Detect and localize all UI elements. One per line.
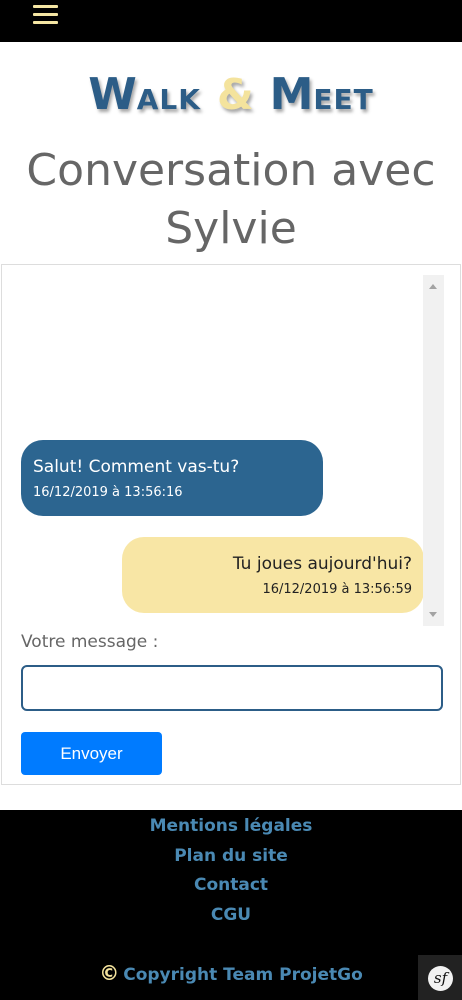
footer-link-cgu[interactable]: CGU: [0, 901, 462, 931]
logo-ampersand: &: [216, 70, 254, 119]
send-button[interactable]: Envoyer: [21, 732, 162, 775]
hamburger-menu-icon[interactable]: [33, 5, 58, 27]
copyright-icon: ©: [99, 961, 120, 985]
top-navbar: [0, 0, 462, 42]
copyright-text: Copyright Team ProjetGo: [123, 965, 363, 985]
copyright: © Copyright Team ProjetGo: [0, 961, 462, 987]
logo-walk-initial: W: [88, 69, 137, 120]
message-timestamp: 16/12/2019 à 13:56:16: [33, 485, 183, 500]
message-label: Votre message :: [21, 632, 159, 652]
logo-meet-initial: M: [269, 69, 314, 120]
scroll-up-arrow-icon[interactable]: [429, 284, 437, 289]
page-title: Conversation avec Sylvie: [26, 145, 436, 254]
symfony-logo-icon: sf: [428, 966, 453, 991]
message-bubble-incoming: Salut! Comment vas-tu? 16/12/2019 à 13:5…: [21, 440, 323, 516]
symfony-toolbar-badge[interactable]: sf: [418, 955, 462, 1000]
logo-meet-rest: EET: [313, 83, 374, 116]
message-text: Salut! Comment vas-tu?: [33, 457, 240, 477]
footer-link-plan-du-site[interactable]: Plan du site: [0, 842, 462, 872]
logo-walk-rest: ALK: [136, 83, 201, 116]
footer-link-contact[interactable]: Contact: [0, 871, 462, 901]
message-list[interactable]: Salut! Comment vas-tu? 16/12/2019 à 13:5…: [2, 273, 444, 623]
footer: Mentions légales Plan du site Contact CG…: [0, 810, 462, 1000]
message-list-scrollbar[interactable]: [423, 275, 444, 626]
footer-link-mentions-legales[interactable]: Mentions légales: [0, 812, 462, 842]
footer-links: Mentions légales Plan du site Contact CG…: [0, 812, 462, 930]
message-input[interactable]: [21, 665, 443, 711]
chat-card: Salut! Comment vas-tu? 16/12/2019 à 13:5…: [1, 264, 461, 785]
site-logo[interactable]: WALK & MEET: [0, 70, 462, 129]
message-timestamp: 16/12/2019 à 13:56:59: [262, 582, 412, 597]
scroll-down-arrow-icon[interactable]: [429, 612, 437, 617]
message-text: Tu joues aujourd'hui?: [232, 554, 412, 574]
message-bubble-outgoing: Tu joues aujourd'hui? 16/12/2019 à 13:56…: [122, 537, 424, 613]
